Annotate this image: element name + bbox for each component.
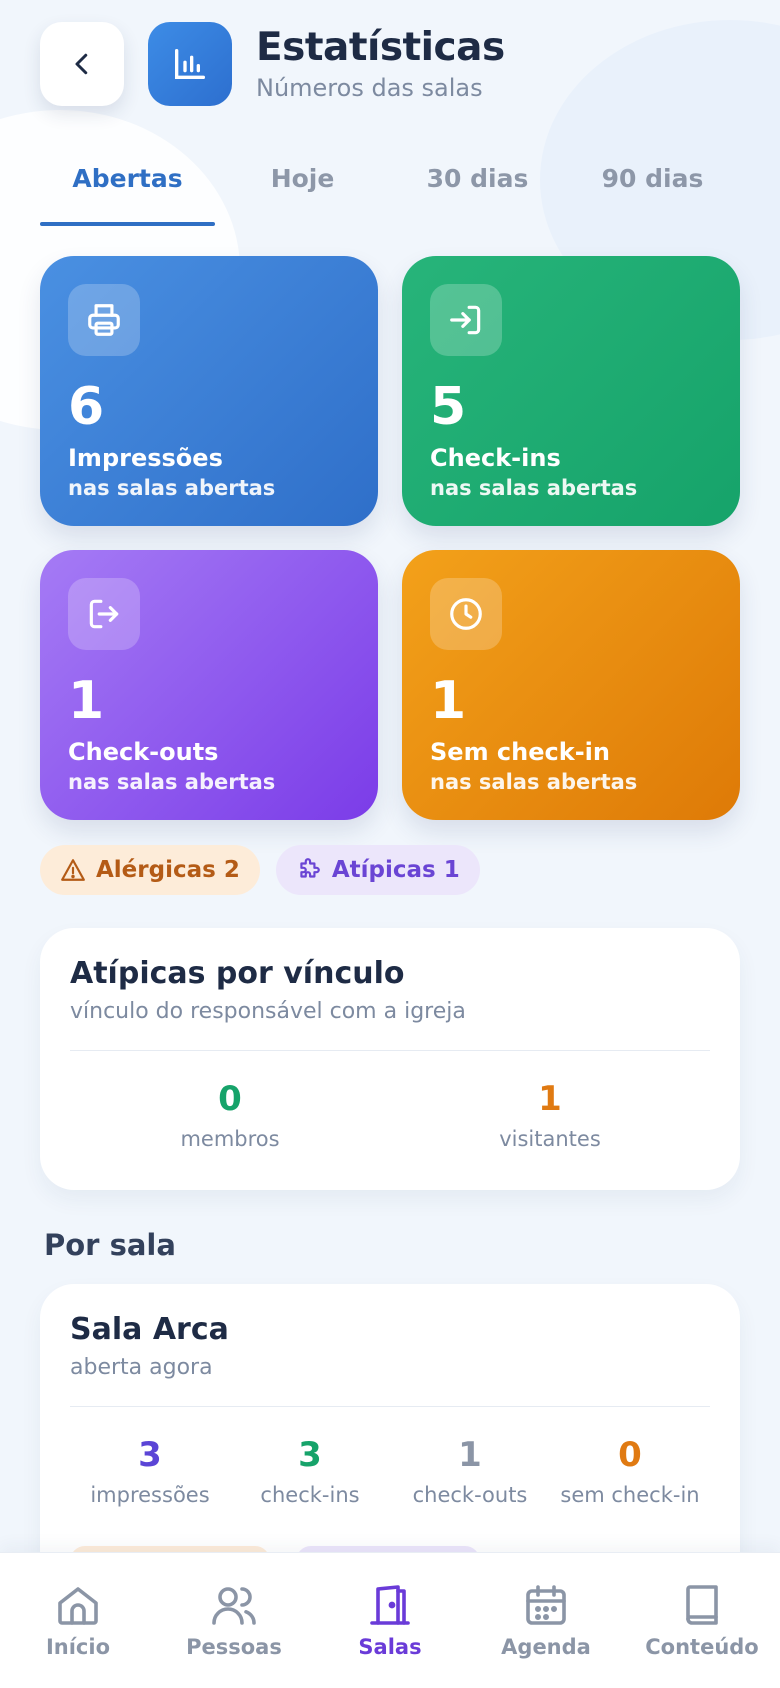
statistics-screen: Estatísticas Números das salas Abertas H… xyxy=(0,0,780,1688)
card-icon-wrap xyxy=(430,284,502,356)
room-stat-value: 0 xyxy=(618,1435,642,1475)
card-icon-wrap xyxy=(68,284,140,356)
room-status: aberta agora xyxy=(70,1355,213,1380)
nav-label: Pessoas xyxy=(186,1635,282,1659)
tab-90-dias[interactable]: 90 dias xyxy=(565,150,740,226)
room-stat-label: sem check-in xyxy=(560,1483,700,1507)
room-stat-label: check-ins xyxy=(260,1483,360,1507)
printer-icon xyxy=(88,304,120,336)
nav-label: Salas xyxy=(358,1635,422,1659)
filter-chips: Alérgicas 2 Atípicas 1 xyxy=(40,845,480,895)
back-button[interactable] xyxy=(40,22,124,106)
room-stat-label: check-outs xyxy=(412,1483,528,1507)
stat-value: 1 xyxy=(430,671,467,731)
period-tabs: Abertas Hoje 30 dias 90 dias xyxy=(40,150,740,226)
puzzle-icon xyxy=(300,858,320,878)
card-icon-wrap xyxy=(430,578,502,650)
room-stat-checkins: 3 check-ins xyxy=(230,1435,390,1507)
stat-card-impressions[interactable]: 6 Impressões nas salas abertas xyxy=(40,256,378,526)
nav-inicio[interactable]: Início xyxy=(0,1581,156,1688)
nav-label: Conteúdo xyxy=(645,1635,759,1659)
divider xyxy=(70,1406,710,1407)
app-icon xyxy=(148,22,232,106)
book-icon xyxy=(686,1585,718,1625)
stat-label: Impressões xyxy=(68,444,223,472)
header: Estatísticas Números das salas xyxy=(40,22,740,106)
page-title: Estatísticas xyxy=(256,25,505,70)
nav-conteudo[interactable]: Conteúdo xyxy=(624,1581,780,1688)
stat-cards: 6 Impressões nas salas abertas 5 Check-i… xyxy=(40,256,740,820)
atypical-chip[interactable]: Atípicas 1 xyxy=(275,845,480,895)
nav-label: Início xyxy=(45,1635,111,1659)
atypical-chip-label: Atípicas 1 xyxy=(331,857,460,883)
tab-abertas[interactable]: Abertas xyxy=(40,150,215,226)
atypical-breakdown: 0 membros 1 visitantes xyxy=(70,1079,710,1151)
stat-value: 1 xyxy=(68,671,105,731)
bottom-navigation: Início Pessoas Salas Agenda Conteúdo xyxy=(0,1552,780,1688)
stat-sublabel: nas salas abertas xyxy=(430,476,638,500)
stat-label: Check-ins xyxy=(430,444,561,472)
title-block: Estatísticas Números das salas xyxy=(256,25,505,103)
stat-card-checkouts[interactable]: 1 Check-outs nas salas abertas xyxy=(40,550,378,820)
room-stats: 3 impressões 3 check-ins 1 check-outs 0 … xyxy=(70,1435,710,1507)
panel-title: Atípicas por vínculo xyxy=(70,956,405,991)
members-label: membros xyxy=(180,1127,280,1151)
page-subtitle: Números das salas xyxy=(256,74,483,102)
card-icon-wrap xyxy=(68,578,140,650)
home-icon xyxy=(58,1587,98,1625)
divider xyxy=(70,1050,710,1051)
chevron-left-icon xyxy=(75,53,88,75)
stat-card-no-checkin[interactable]: 1 Sem check-in nas salas abertas xyxy=(402,550,740,820)
warning-icon xyxy=(61,859,85,881)
people-icon xyxy=(212,1587,256,1625)
clock-icon xyxy=(450,598,482,630)
stat-label: Sem check-in xyxy=(430,738,610,766)
visitors-label: visitantes xyxy=(499,1127,601,1151)
tab-hoje[interactable]: Hoje xyxy=(215,150,390,226)
tab-30-dias[interactable]: 30 dias xyxy=(390,150,565,226)
stat-value: 6 xyxy=(68,377,105,437)
members-value: 0 xyxy=(218,1079,242,1119)
allergic-chip[interactable]: Alérgicas 2 xyxy=(40,845,260,895)
room-stat-impressions: 3 impressões xyxy=(70,1435,230,1507)
stat-sublabel: nas salas abertas xyxy=(68,770,276,794)
section-title: Por sala xyxy=(44,1228,176,1262)
stat-sublabel: nas salas abertas xyxy=(430,770,638,794)
visitors-value: 1 xyxy=(538,1079,562,1119)
room-stat-value: 1 xyxy=(458,1435,482,1475)
nav-pessoas[interactable]: Pessoas xyxy=(156,1581,312,1688)
bar-chart-icon xyxy=(175,49,205,80)
stat-card-checkins[interactable]: 5 Check-ins nas salas abertas xyxy=(402,256,740,526)
atypical-by-link-panel: Atípicas por vínculo vínculo do responsá… xyxy=(40,928,740,1190)
stat-sublabel: nas salas abertas xyxy=(68,476,276,500)
calendar-icon xyxy=(526,1585,566,1625)
panel-subtitle: vínculo do responsável com a igreja xyxy=(70,999,466,1024)
members-stat: 0 membros xyxy=(70,1079,390,1151)
login-icon xyxy=(450,305,481,335)
visitors-stat: 1 visitantes xyxy=(390,1079,710,1151)
room-stat-label: impressões xyxy=(90,1483,210,1507)
nav-label: Agenda xyxy=(501,1635,591,1659)
door-icon xyxy=(370,1585,410,1625)
nav-salas[interactable]: Salas xyxy=(312,1581,468,1688)
room-name: Sala Arca xyxy=(70,1312,229,1347)
stat-value: 5 xyxy=(430,377,467,437)
allergic-chip-label: Alérgicas 2 xyxy=(96,857,240,883)
room-stat-value: 3 xyxy=(298,1435,322,1475)
logout-icon xyxy=(89,599,119,629)
room-stat-checkouts: 1 check-outs xyxy=(390,1435,550,1507)
room-stat-value: 3 xyxy=(138,1435,162,1475)
stat-label: Check-outs xyxy=(68,738,219,766)
nav-agenda[interactable]: Agenda xyxy=(468,1581,624,1688)
room-stat-no-checkin: 0 sem check-in xyxy=(550,1435,710,1507)
